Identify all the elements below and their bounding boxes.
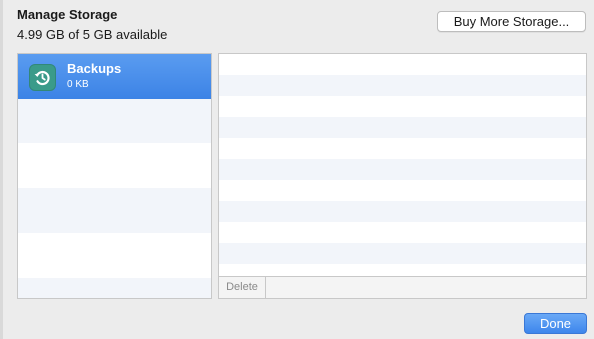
table-row [219,54,586,75]
delete-button[interactable]: Delete [219,277,266,298]
list-row-empty [18,99,211,143]
done-button[interactable]: Done [524,313,587,334]
storage-available-text: 4.99 GB of 5 GB available [17,27,168,42]
table-row [219,75,586,96]
table-row [219,96,586,117]
table-row [219,180,586,201]
storage-category-list[interactable]: Backups 0 KB [17,53,212,299]
window-edge [0,0,3,339]
table-row [219,201,586,222]
table-footer-bar: Delete [219,276,586,298]
storage-detail-table[interactable]: Delete [218,53,587,299]
list-row-empty [18,233,211,278]
list-row-empty [18,188,211,233]
dialog-title: Manage Storage [17,7,118,22]
backup-restore-icon [29,64,56,91]
list-row-empty [18,278,211,298]
list-row-empty [18,143,211,188]
table-row [219,138,586,159]
table-row [219,243,586,264]
table-row [219,117,586,138]
list-item-backups[interactable]: Backups 0 KB [18,54,211,99]
buy-more-storage-button[interactable]: Buy More Storage... [437,11,586,32]
manage-storage-dialog: Manage Storage 4.99 GB of 5 GB available… [0,0,594,339]
table-row [219,222,586,243]
list-item-name: Backups [67,61,122,76]
table-row [219,159,586,180]
list-item-size: 0 KB [67,79,89,90]
table-row [219,264,586,276]
